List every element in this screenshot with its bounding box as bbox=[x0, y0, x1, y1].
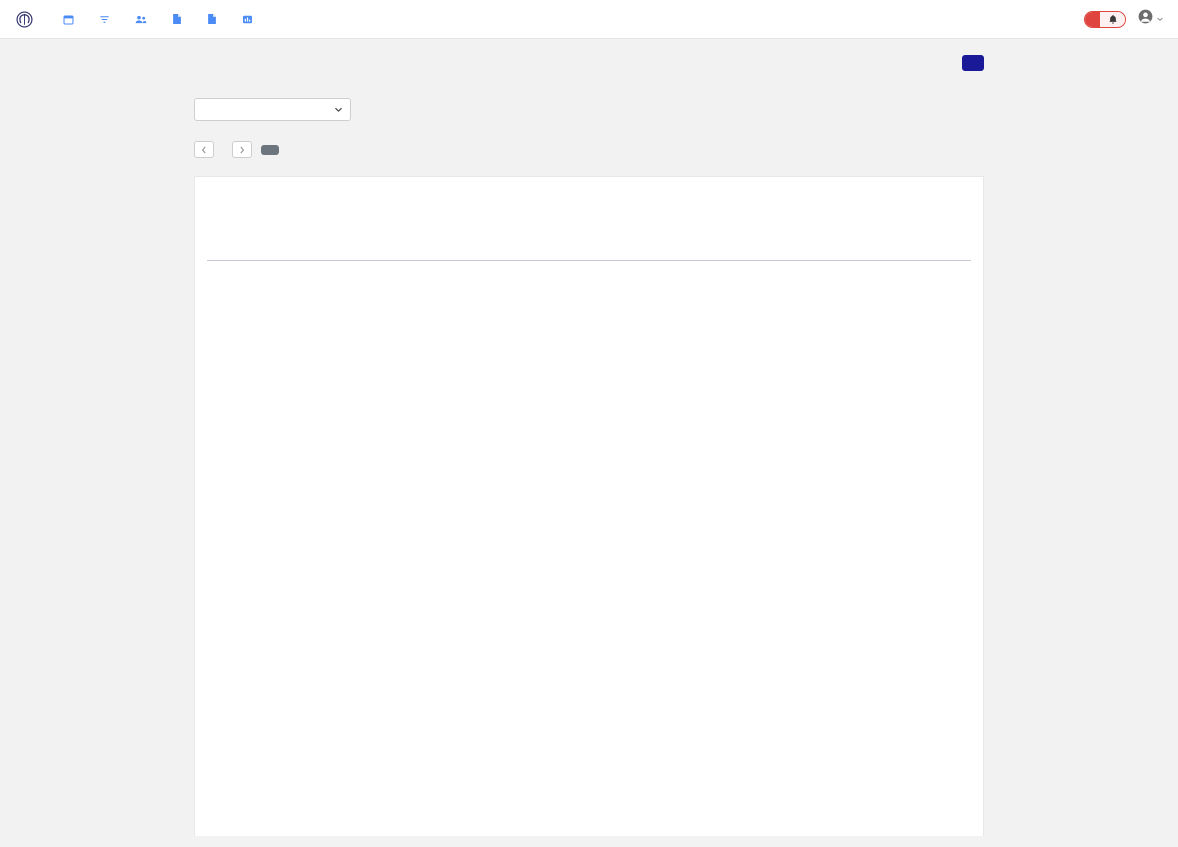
calendar-body bbox=[207, 261, 971, 836]
representative-select-wrap bbox=[194, 98, 351, 121]
bell-icon bbox=[1100, 11, 1125, 27]
nav-links bbox=[53, 13, 268, 25]
content-container bbox=[194, 39, 984, 836]
next-week-button[interactable] bbox=[232, 141, 252, 158]
people-icon bbox=[135, 14, 147, 25]
nav-item-forms[interactable] bbox=[197, 13, 232, 25]
document-icon bbox=[207, 13, 217, 25]
title-row bbox=[194, 55, 984, 71]
representative-select[interactable] bbox=[194, 98, 351, 121]
notifications-button[interactable] bbox=[1084, 10, 1126, 28]
time-gutter bbox=[207, 261, 269, 836]
calendar-panel bbox=[194, 176, 984, 836]
account-circle-icon bbox=[1138, 9, 1153, 29]
nav-item-leads[interactable] bbox=[125, 14, 162, 25]
schedule-activity-button[interactable] bbox=[962, 55, 984, 71]
report-icon bbox=[242, 14, 253, 25]
nav-item-pipeline[interactable] bbox=[89, 14, 125, 25]
calendar-header-row bbox=[207, 177, 971, 260]
chevron-down-icon bbox=[1156, 10, 1164, 28]
notification-count bbox=[1085, 11, 1100, 27]
nav-item-quotes-applications[interactable] bbox=[162, 13, 197, 25]
calendar-gutter-header bbox=[207, 177, 269, 260]
page-body bbox=[0, 39, 1178, 836]
filters-right bbox=[977, 105, 984, 113]
navbar-right bbox=[1084, 9, 1164, 29]
omega-logo-icon bbox=[16, 10, 33, 28]
chevron-right-icon bbox=[240, 146, 245, 153]
day-columns bbox=[269, 261, 971, 836]
nav-item-calendar[interactable] bbox=[53, 14, 89, 25]
calendar-icon bbox=[63, 14, 74, 25]
document-icon bbox=[172, 13, 182, 25]
filter-icon bbox=[99, 14, 110, 25]
chevron-left-icon bbox=[201, 146, 206, 153]
date-navigation bbox=[194, 141, 984, 158]
day-headers bbox=[269, 177, 971, 260]
today-button[interactable] bbox=[261, 144, 279, 155]
account-menu[interactable] bbox=[1138, 9, 1164, 29]
top-navbar bbox=[0, 0, 1178, 39]
calendar-inner bbox=[195, 177, 983, 836]
prev-week-button[interactable] bbox=[194, 141, 214, 158]
brand-logo[interactable] bbox=[16, 10, 39, 28]
nav-item-reports[interactable] bbox=[232, 14, 268, 25]
